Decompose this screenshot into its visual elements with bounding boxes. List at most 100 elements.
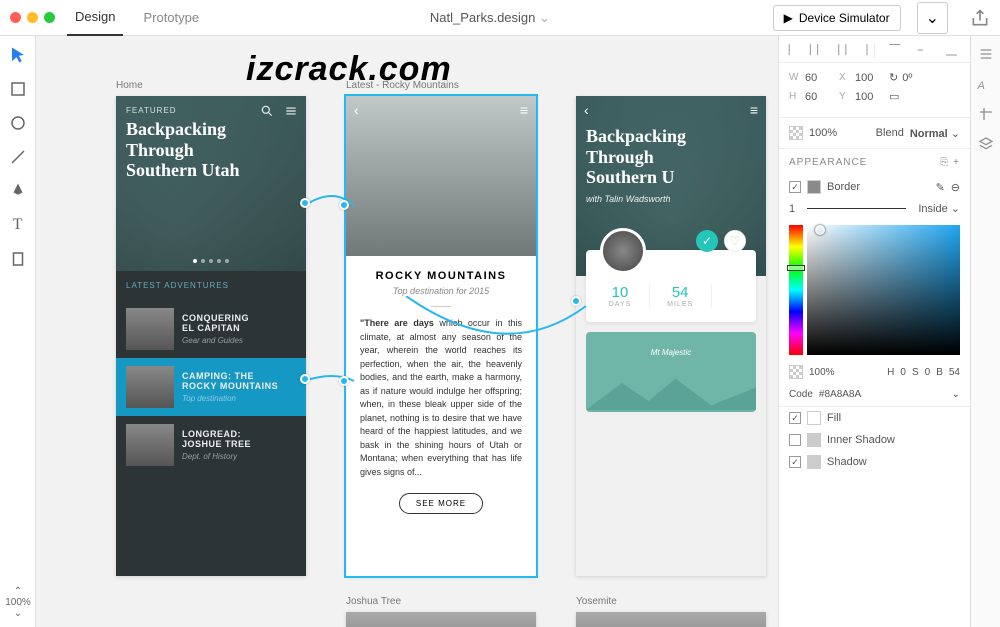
list-item: LONGREAD: JOSHUE TREEDept. of History bbox=[116, 416, 306, 474]
artboard-home[interactable]: Home FEATURED Backpacking Through Southe… bbox=[116, 96, 306, 576]
alpha-input[interactable]: 100% bbox=[809, 367, 835, 378]
hue-input[interactable]: 0 bbox=[900, 367, 906, 378]
bright-input[interactable]: 54 bbox=[949, 367, 960, 378]
prototype-anchor-icon[interactable] bbox=[571, 296, 581, 306]
stroke-width-input[interactable]: 1 bbox=[789, 203, 795, 215]
pagination-dots bbox=[193, 259, 229, 263]
inner-shadow-swatch[interactable] bbox=[807, 433, 821, 447]
fullscreen-window-icon[interactable] bbox=[44, 12, 55, 23]
avatar bbox=[600, 228, 646, 274]
close-window-icon[interactable] bbox=[10, 12, 21, 23]
prototype-anchor-icon[interactable] bbox=[300, 198, 310, 208]
see-more-button: SEE MORE bbox=[399, 493, 483, 514]
flip-icon[interactable]: ▭ bbox=[889, 90, 899, 103]
menu-icon: ≡ bbox=[750, 102, 758, 118]
add-appearance-icon[interactable]: + bbox=[953, 157, 960, 168]
inspector-panel: ⎸⎹ ⎸⎹ ⎸⎹ ⎺ ⎯ ⎽ W60 X100 ↻0º H60 Y100 ▭ 1… bbox=[778, 36, 970, 627]
prototype-anchor-icon[interactable] bbox=[339, 200, 349, 210]
share-icon[interactable] bbox=[970, 8, 990, 28]
artboard-latest-rocky-mountains[interactable]: Latest - Rocky Mountains ‹ ≡ ROCKY MOUNT… bbox=[346, 96, 536, 576]
thumbnail-image bbox=[126, 424, 174, 466]
link-icon[interactable]: ⎘ bbox=[940, 157, 949, 168]
pen-tool[interactable] bbox=[9, 182, 27, 200]
saturation-value-area[interactable] bbox=[807, 225, 960, 355]
align-h-center-icon[interactable]: ⎸⎹ bbox=[817, 44, 831, 58]
align-bottom-icon[interactable]: ⎽ bbox=[946, 44, 960, 58]
fill-checkbox[interactable] bbox=[789, 412, 801, 424]
select-tool[interactable] bbox=[9, 46, 27, 64]
line-tool[interactable] bbox=[9, 148, 27, 166]
align-v-spacer bbox=[874, 44, 875, 58]
author-byline: with Talin Wadsworth bbox=[586, 194, 756, 204]
align-right-icon[interactable]: ⎸⎹ bbox=[846, 44, 860, 58]
device-simulator-dropdown[interactable]: ⌄ bbox=[917, 2, 948, 34]
border-label: Border bbox=[827, 181, 860, 193]
border-color-swatch[interactable] bbox=[807, 180, 821, 194]
zoom-control[interactable]: ⌃ 100% ⌄ bbox=[4, 586, 32, 619]
chevron-up-icon[interactable]: ⌃ bbox=[4, 586, 32, 597]
shadow-swatch[interactable] bbox=[807, 455, 821, 469]
prototype-anchor-icon[interactable] bbox=[339, 376, 349, 386]
layers-panel-icon[interactable] bbox=[978, 136, 994, 152]
tab-design[interactable]: Design bbox=[67, 0, 123, 36]
device-simulator-button[interactable]: ▶ Device Simulator bbox=[773, 5, 901, 31]
opacity-row: 100% Blend Normal ⌄ bbox=[779, 118, 970, 149]
hero-section: FEATURED Backpacking Through Southern Ut… bbox=[116, 96, 306, 271]
sat-input[interactable]: 0 bbox=[925, 367, 931, 378]
hue-slider[interactable] bbox=[789, 225, 803, 355]
article-body: "There are days which occur in this clim… bbox=[360, 317, 522, 479]
artboard-label[interactable]: Home bbox=[116, 80, 143, 91]
color-picker[interactable] bbox=[789, 225, 960, 355]
hero-image: ‹ ≡ bbox=[346, 96, 536, 256]
artboard-yosemite[interactable] bbox=[576, 612, 766, 627]
fill-color-swatch[interactable] bbox=[807, 411, 821, 425]
align-left-icon[interactable]: ⎸⎹ bbox=[789, 44, 803, 58]
artboard-label[interactable]: Yosemite bbox=[576, 596, 617, 607]
artboard-joshua-tree[interactable] bbox=[346, 612, 536, 627]
opacity-swatch-icon[interactable] bbox=[789, 126, 803, 140]
artboard-label[interactable]: Joshua Tree bbox=[346, 596, 401, 607]
opacity-input[interactable]: 100% bbox=[809, 127, 837, 139]
inner-shadow-checkbox[interactable] bbox=[789, 434, 801, 446]
tab-prototype[interactable]: Prototype bbox=[135, 0, 207, 35]
toolbar-left: T ⌃ 100% ⌄ bbox=[0, 36, 36, 627]
rectangle-tool[interactable] bbox=[9, 80, 27, 98]
shadow-label: Shadow bbox=[827, 456, 867, 468]
eyedropper-icon[interactable]: ✎ bbox=[936, 181, 945, 194]
alpha-swatch-icon[interactable] bbox=[789, 365, 803, 379]
rotate-icon: ↻ bbox=[889, 71, 898, 84]
minimize-window-icon[interactable] bbox=[27, 12, 38, 23]
text-tool[interactable]: T bbox=[9, 216, 27, 234]
shadow-checkbox[interactable] bbox=[789, 456, 801, 468]
color-code-input[interactable]: #8A8A8A bbox=[819, 389, 861, 400]
inner-shadow-label: Inner Shadow bbox=[827, 434, 895, 446]
align-top-icon[interactable]: ⎺ bbox=[889, 44, 903, 58]
mac-traffic-lights bbox=[10, 12, 55, 23]
prototype-anchor-icon[interactable] bbox=[300, 374, 310, 384]
artboard-tool[interactable] bbox=[9, 250, 27, 268]
document-title[interactable]: Natl_Parks.design ⌄ bbox=[219, 10, 761, 26]
border-checkbox[interactable] bbox=[789, 181, 801, 193]
blend-mode-select[interactable]: Normal ⌄ bbox=[910, 127, 960, 140]
peak-label: Mt Majestic bbox=[651, 348, 691, 357]
rotate-input[interactable]: 0º bbox=[902, 72, 932, 84]
list-item-selected: CAMPING: THE ROCKY MOUNTAINSTop destinat… bbox=[116, 358, 306, 416]
menu-icon: ≡ bbox=[520, 102, 528, 118]
chevron-down-icon[interactable]: ⌄ bbox=[4, 608, 32, 619]
properties-panel-icon[interactable] bbox=[978, 46, 994, 62]
y-input[interactable]: 100 bbox=[855, 91, 885, 103]
artboard-feature-story-zion[interactable]: Feature Story - Zion ‹≡ Backpacking Thro… bbox=[576, 96, 766, 576]
favorite-icon: ♡ bbox=[724, 230, 746, 252]
back-icon: ‹ bbox=[354, 102, 359, 118]
height-input[interactable]: 60 bbox=[805, 91, 835, 103]
width-input[interactable]: 60 bbox=[805, 72, 835, 84]
align-v-center-icon[interactable]: ⎯ bbox=[918, 44, 932, 58]
design-canvas[interactable]: izcrack.com Home FEATURED Backpacking Th… bbox=[36, 36, 778, 627]
assets-panel-icon[interactable] bbox=[978, 106, 994, 122]
stroke-align-select[interactable]: Inside ⌄ bbox=[918, 202, 960, 215]
x-input[interactable]: 100 bbox=[855, 72, 885, 84]
remove-border-icon[interactable]: ⊖ bbox=[951, 181, 960, 194]
ellipse-tool[interactable] bbox=[9, 114, 27, 132]
check-icon: ✓ bbox=[696, 230, 718, 252]
text-panel-icon[interactable]: A bbox=[978, 76, 994, 92]
